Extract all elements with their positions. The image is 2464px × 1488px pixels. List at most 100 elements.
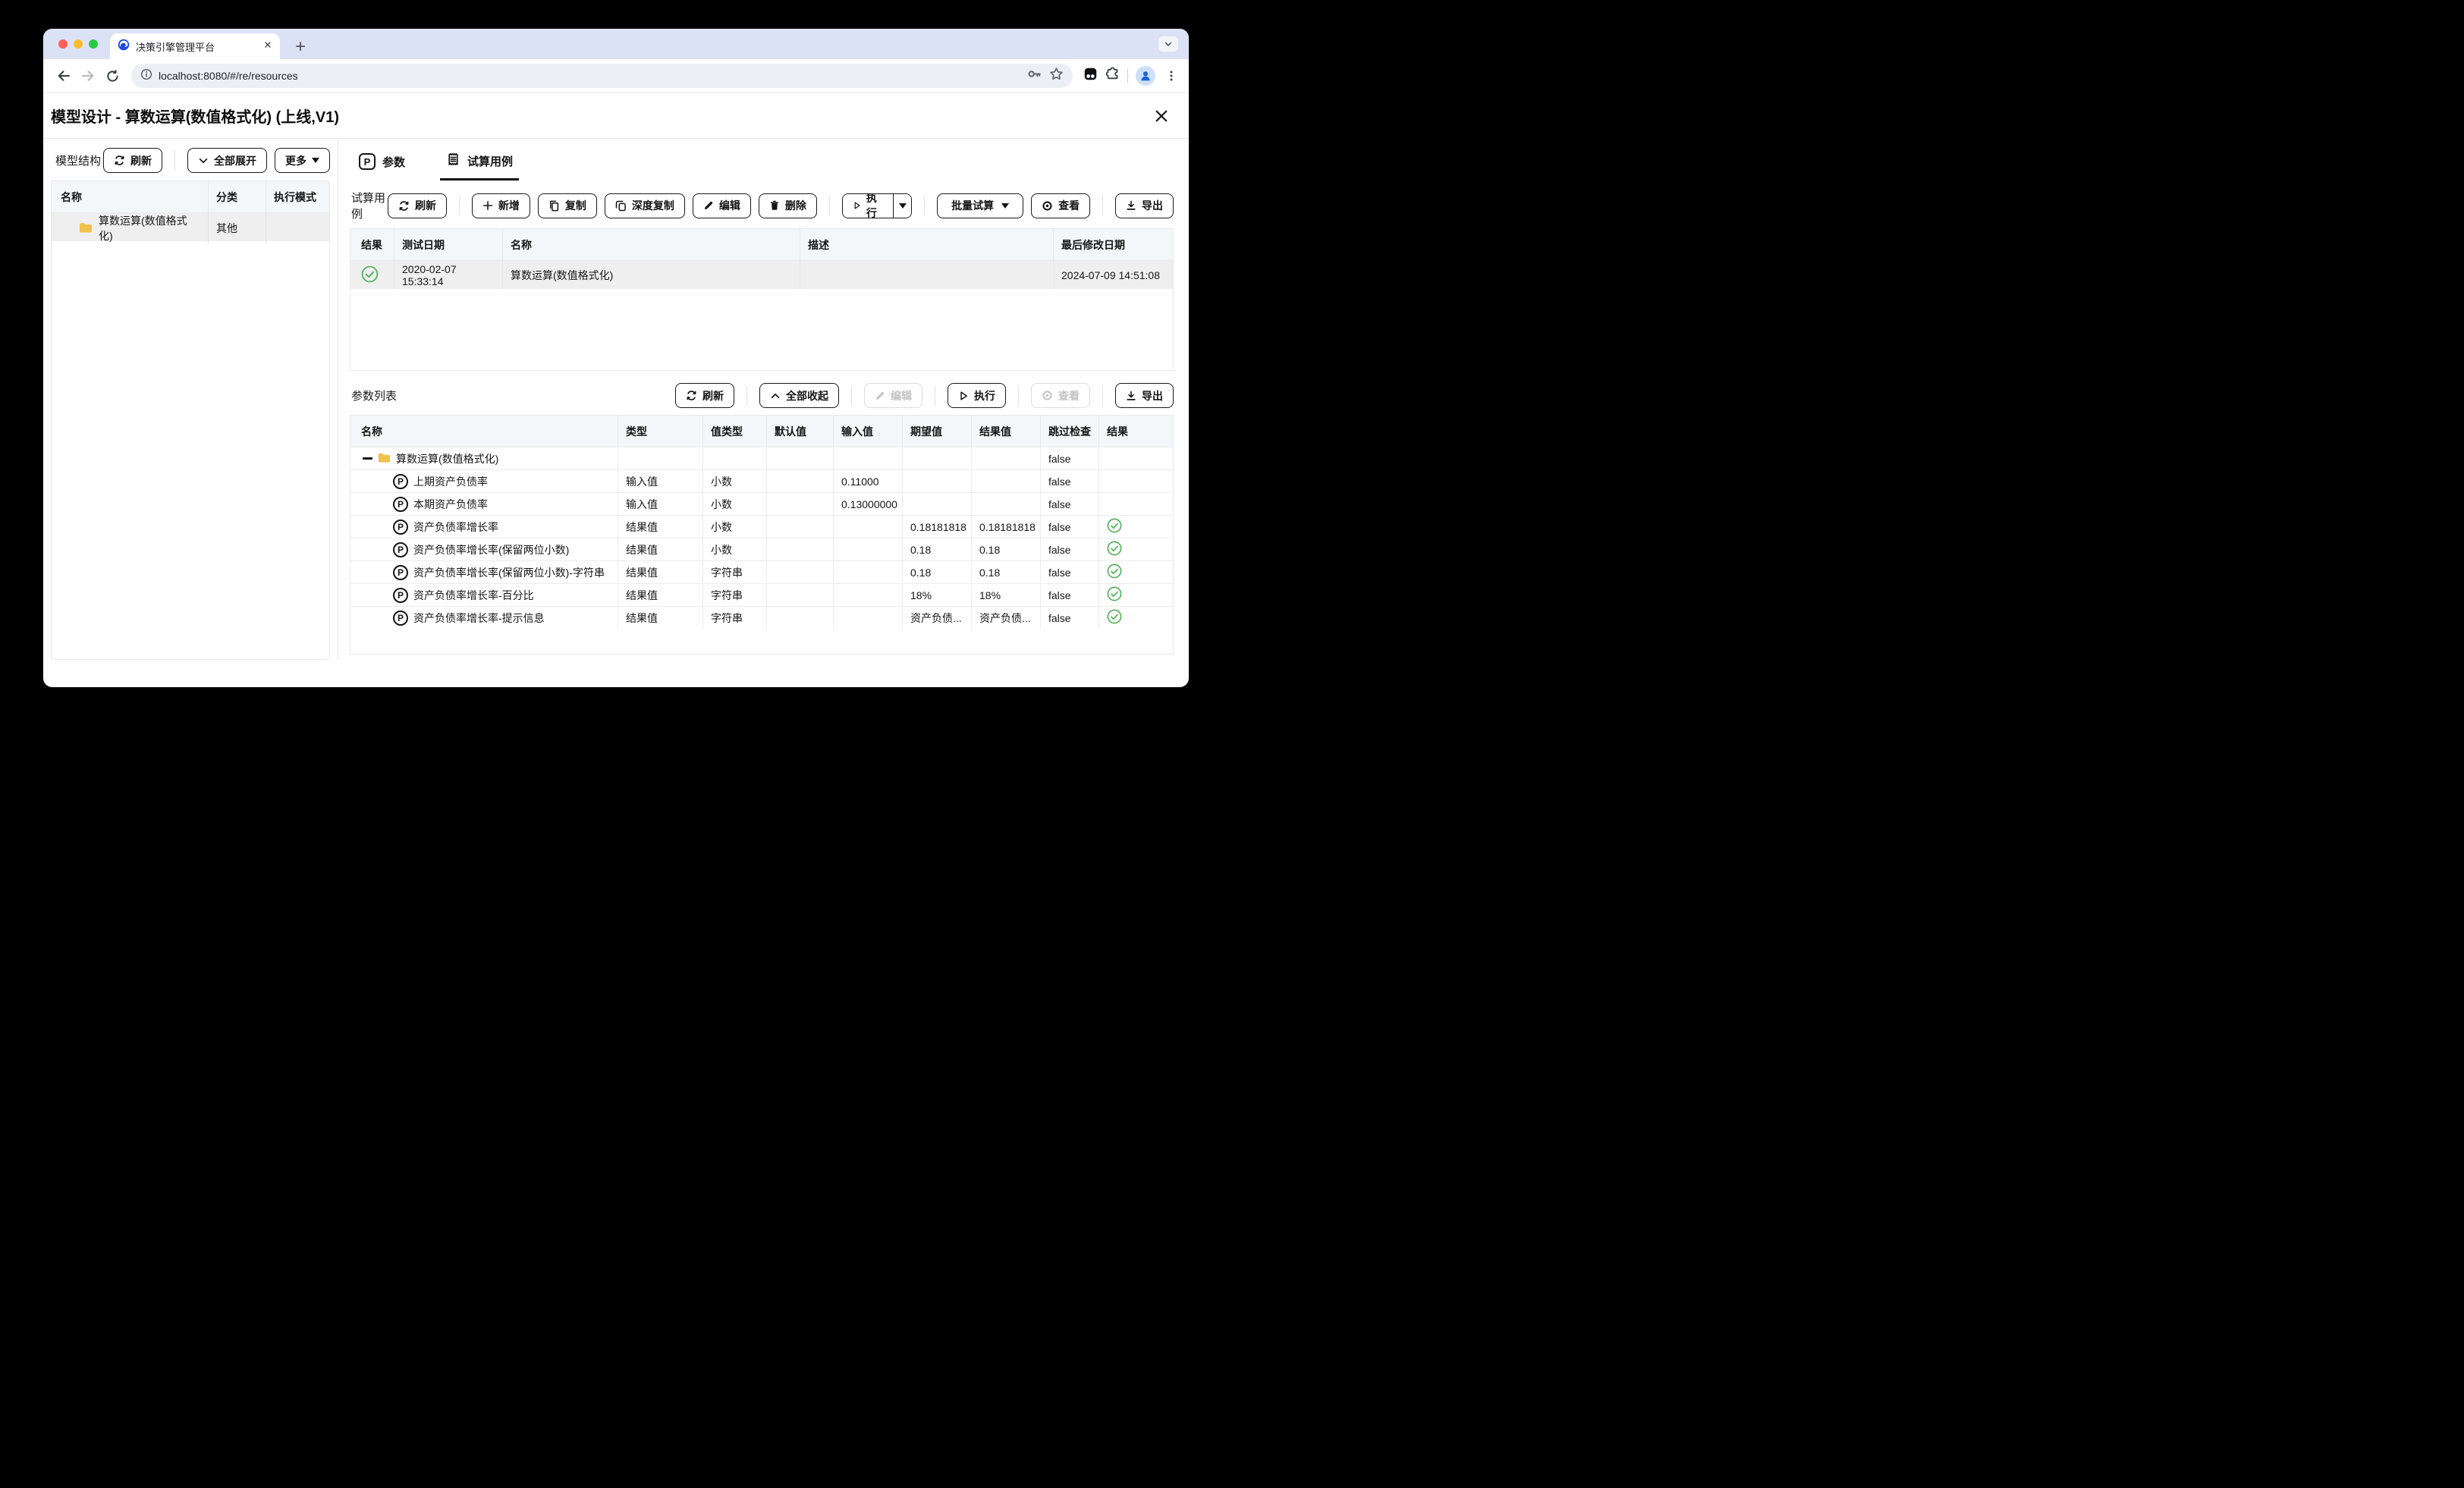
close-window-button[interactable] — [58, 39, 68, 49]
receipt-icon — [446, 152, 460, 170]
back-button[interactable] — [52, 64, 75, 87]
extensions-puzzle-icon[interactable] — [1105, 67, 1120, 85]
execute-split-button[interactable]: 执行 — [841, 193, 913, 218]
param-icon: P — [393, 587, 408, 603]
test-case-title: 试算用例 — [351, 192, 386, 221]
button-group-divider — [459, 196, 460, 215]
table-row[interactable]: P 资产负债率增长率(保留两位小数)-字符串 结果值 字符串 0.18 0.18 … — [350, 560, 1173, 583]
col-result: 结果 — [361, 238, 382, 251]
execute-button[interactable]: 执行 — [842, 193, 894, 218]
button-group-divider — [174, 150, 175, 171]
close-icon[interactable] — [1151, 105, 1172, 127]
view-button[interactable]: 查看 — [1031, 383, 1090, 408]
chrome-menu-icon[interactable] — [1163, 64, 1180, 87]
browser-toolbar: localhost:8080/#/re/resources — [43, 59, 1189, 93]
more-button[interactable]: 更多 — [275, 148, 330, 173]
param-icon: P — [393, 519, 408, 535]
refresh-button[interactable]: 刷新 — [103, 148, 162, 173]
success-icon — [1107, 586, 1122, 604]
success-icon — [361, 265, 379, 285]
refresh-button[interactable]: 刷新 — [675, 383, 734, 408]
model-structure-title: 模型结构 — [55, 155, 102, 168]
fullscreen-window-button[interactable] — [89, 39, 98, 49]
param-name: 算数运算(数值格式化) — [396, 452, 499, 465]
cell-name: 算数运算(数值格式化) — [502, 261, 800, 289]
table-header: 名称 分类 执行模式 — [52, 181, 329, 212]
execute-button[interactable]: 执行 — [948, 383, 1006, 408]
export-button[interactable]: 导出 — [1115, 383, 1174, 408]
window-controls[interactable] — [58, 39, 98, 49]
table-row[interactable]: P 资产负债率增长率(保留两位小数) 结果值 小数 0.18 0.18 false — [350, 538, 1173, 560]
table-row[interactable]: 2020-02-07 15:33:14 算数运算(数值格式化) 2024-07-… — [350, 260, 1173, 289]
forward-button[interactable] — [77, 64, 99, 87]
url-text[interactable]: localhost:8080/#/re/resources — [159, 70, 1021, 82]
param-icon: P — [393, 542, 408, 557]
table-row[interactable]: P 资产负债率增长率-提示信息 结果值 字符串 资产负债... 资产负债... f… — [350, 606, 1173, 629]
param-name: 资产负债率增长率-提示信息 — [413, 611, 545, 624]
site-info-icon[interactable] — [140, 68, 152, 84]
param-icon: P — [393, 610, 408, 626]
tab-test-cases[interactable]: 试算用例 — [440, 146, 520, 181]
table-row[interactable]: P 资产负债率增长率 结果值 小数 0.18181818 0.18181818 f… — [350, 515, 1173, 538]
deep-copy-button[interactable]: 深度复制 — [604, 193, 685, 218]
col-default: 默认值 — [766, 416, 833, 447]
table-row[interactable]: P 本期资产负债率 输入值 小数 0.13000000 false — [350, 492, 1173, 515]
button-group-divider — [746, 385, 747, 406]
col-type: 类型 — [618, 416, 702, 447]
profile-avatar[interactable] — [1136, 66, 1155, 86]
col-value-type: 值类型 — [702, 416, 766, 447]
dark-extension-icon[interactable] — [1083, 67, 1098, 85]
test-case-toolbar: 试算用例 刷新 新增 复制 深度复制 编辑 删除 执行 批量试算 查看 导出 — [350, 181, 1174, 228]
table-row[interactable]: P 资产负债率增长率-百分比 结果值 字符串 18% 18% false — [350, 583, 1173, 606]
table-header: 名称 类型 值类型 默认值 输入值 期望值 结果值 跳过检查 结果 — [350, 416, 1173, 447]
table-row[interactable]: 算数运算(数值格式化) false — [350, 447, 1173, 469]
collapse-all-button[interactable]: 全部收起 — [759, 383, 839, 408]
node-exec-mode — [266, 213, 329, 243]
browser-tab[interactable]: 决策引擎管理平台 — [110, 33, 280, 59]
col-expected: 期望值 — [902, 416, 971, 447]
folder-icon — [378, 452, 391, 466]
tab-params[interactable]: P 参数 — [353, 147, 411, 181]
table-row[interactable]: 算数运算(数值格式化) 其他 — [52, 212, 329, 243]
param-name: 资产负债率增长率-百分比 — [413, 589, 534, 601]
caret-down-icon — [898, 202, 907, 209]
cell-test-date: 2020-02-07 15:33:14 — [394, 261, 502, 289]
batch-test-button[interactable]: 批量试算 — [937, 193, 1024, 218]
copy-button[interactable]: 复制 — [537, 193, 597, 218]
export-button[interactable]: 导出 — [1115, 193, 1174, 218]
col-result-value: 结果值 — [971, 416, 1040, 447]
table-row[interactable]: P 上期资产负债率 输入值 小数 0.11000 false — [350, 469, 1173, 492]
model-structure-table: 名称 分类 执行模式 算数运算(数值格式化) 其他 — [51, 181, 330, 660]
add-button[interactable]: 新增 — [471, 193, 530, 218]
node-label: 算数运算(数值格式化) — [99, 215, 187, 242]
address-bar[interactable]: localhost:8080/#/re/resources — [131, 64, 1073, 88]
param-name: 资产负债率增长率(保留两位小数) — [413, 543, 570, 556]
tab-search-button[interactable] — [1158, 36, 1178, 52]
page-title: 模型设计 - 算数运算(数值格式化) (上线,V1) — [51, 109, 339, 126]
param-name: 上期资产负债率 — [413, 475, 488, 488]
param-toolbar: 参数列表 刷新 全部收起 编辑 执行 查看 导出 — [350, 371, 1174, 415]
delete-button[interactable]: 删除 — [758, 193, 817, 218]
new-tab-button[interactable] — [291, 36, 310, 56]
col-skip-check: 跳过检查 — [1040, 416, 1098, 447]
expand-all-button[interactable]: 全部展开 — [187, 148, 267, 173]
reload-button[interactable] — [101, 64, 124, 87]
bookmark-star-icon[interactable] — [1049, 67, 1064, 85]
caret-down-icon — [1001, 202, 1010, 209]
detail-tabs: P 参数 试算用例 — [350, 139, 1174, 181]
execute-dropdown[interactable] — [893, 193, 912, 218]
minimize-window-button[interactable] — [74, 39, 83, 49]
button-group-divider — [1102, 196, 1104, 215]
collapse-minus-icon[interactable] — [363, 457, 372, 460]
refresh-button[interactable]: 刷新 — [388, 193, 447, 218]
success-icon — [1107, 518, 1122, 535]
page-header: 模型设计 - 算数运算(数值格式化) (上线,V1) — [43, 93, 1189, 139]
button-group-divider — [828, 196, 830, 215]
tab-close-icon[interactable] — [263, 39, 272, 53]
password-key-icon[interactable] — [1027, 67, 1042, 85]
view-button[interactable]: 查看 — [1031, 193, 1091, 218]
col-test-date: 测试日期 — [394, 229, 502, 260]
edit-button[interactable]: 编辑 — [692, 193, 751, 218]
edit-button[interactable]: 编辑 — [864, 383, 922, 408]
col-input: 输入值 — [833, 416, 902, 447]
